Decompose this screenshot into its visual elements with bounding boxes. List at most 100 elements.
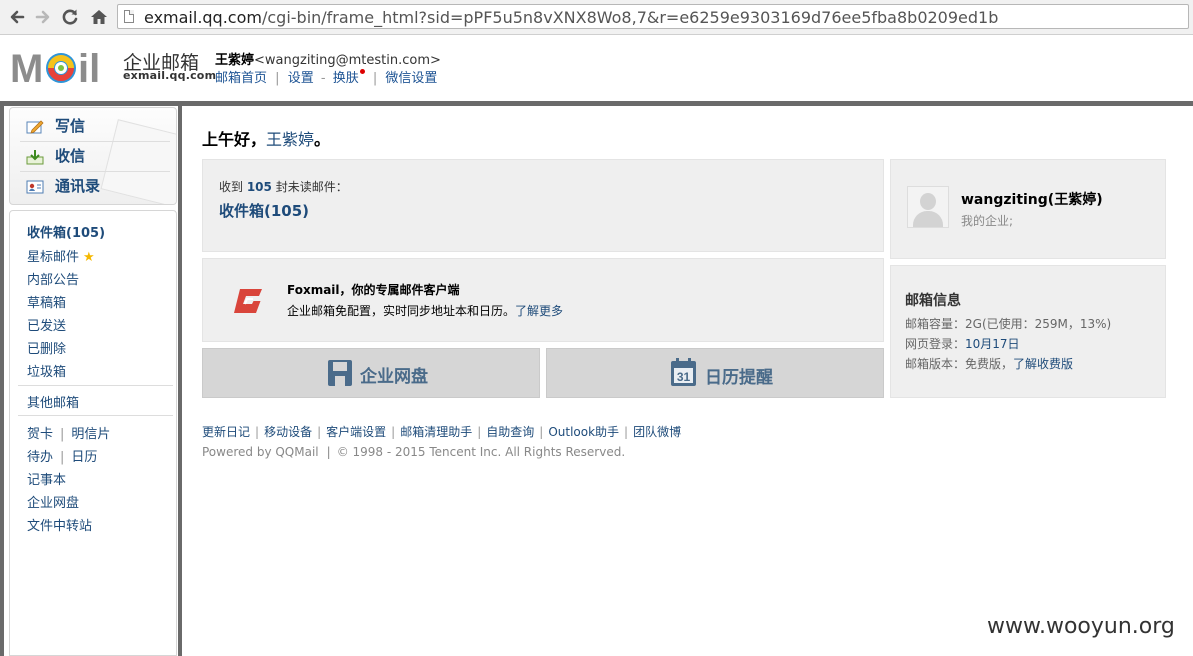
notes-link[interactable]: 记事本 <box>27 469 66 488</box>
separator: | <box>275 71 280 86</box>
url-path: /cgi-bin/frame_html?sid=pPF5u5n8vXNX8Wo8… <box>261 8 999 27</box>
separator: | <box>624 425 629 439</box>
footer-self-service-link[interactable]: 自助查询 <box>486 425 534 439</box>
tools-row-2: 待办 | 日历 <box>27 446 97 465</box>
footer-links: 更新日记 | 移动设备 | 客户端设置 | 邮箱清理助手 | 自助查询 | Outlook助手 | 团队… <box>202 423 681 440</box>
account-organization: 我的企业; <box>961 214 1014 228</box>
folder-other-mailbox[interactable]: 其他邮箱 <box>27 392 79 411</box>
separator: | <box>391 425 396 439</box>
calendar-icon: 31 <box>671 358 696 386</box>
unread-count: 105 <box>246 180 272 194</box>
folder-notice[interactable]: 内部公告 <box>27 269 79 288</box>
mailbox-home-link[interactable]: 邮箱首页 <box>215 71 267 86</box>
folder-deleted[interactable]: 已删除 <box>27 338 66 357</box>
reload-icon <box>62 9 78 25</box>
greeting: 上午好，王紫婷。 <box>202 126 330 150</box>
unread-panel: 收到 105 封未读邮件： 收件箱(105) <box>202 159 884 252</box>
receive-label: 收信 <box>55 147 86 165</box>
calendar-link[interactable]: 日历 <box>71 450 97 465</box>
calendar-tile[interactable]: 31 日历提醒 <box>546 348 884 398</box>
foxmail-title: Foxmail，你的专属邮件客户端 <box>287 283 460 297</box>
contacts-button[interactable]: 通讯录 <box>26 175 100 197</box>
compose-icon <box>26 119 44 134</box>
folder-starred-label: 星标邮件 <box>27 250 80 265</box>
avatar[interactable] <box>907 186 949 228</box>
folder-starred[interactable]: 星标邮件 ★ <box>27 246 95 265</box>
page-icon <box>124 10 134 23</box>
settings-link[interactable]: 设置 <box>288 71 314 86</box>
foxmail-desc-text: 企业邮箱免配置，实时同步地址本和日历。 <box>287 304 516 318</box>
account-panel: wangziting(王紫婷) 我的企业; <box>890 159 1166 259</box>
separator: | <box>477 425 482 439</box>
divider <box>20 171 170 172</box>
greeting-suffix: 。 <box>314 130 331 149</box>
foxmail-panel: Foxmail，你的专属邮件客户端 企业邮箱免配置，实时同步地址本和日历。了解更… <box>202 258 884 342</box>
footer-client-settings-link[interactable]: 客户端设置 <box>326 425 386 439</box>
unread-prefix: 收到 <box>219 180 247 194</box>
capacity-value: 2G(已使用：259M，13%) <box>965 317 1112 331</box>
contacts-label: 通讯录 <box>55 177 101 195</box>
separator: | <box>326 445 331 459</box>
footer-copyright: Powered by QQMail | © 1998 - 2015 Tencent … <box>202 445 625 459</box>
learn-more-link[interactable]: 了解更多 <box>515 304 563 318</box>
net-disk-tile[interactable]: 企业网盘 <box>202 348 540 398</box>
inbox-link[interactable]: 收件箱(105) <box>219 200 309 221</box>
folder-sent[interactable]: 已发送 <box>27 315 66 334</box>
folder-inbox[interactable]: 收件箱(105) <box>27 222 105 241</box>
foxmail-description: 企业邮箱免配置，实时同步地址本和日历。了解更多 <box>287 302 563 319</box>
login-value[interactable]: 10月17日 <box>965 337 1020 351</box>
capacity-label: 邮箱容量： <box>905 317 966 331</box>
mailbox-info-panel: 邮箱信息 邮箱容量：2G(已使用：259M，13%) 网页登录：10月17日 邮… <box>890 265 1166 398</box>
version-value: 免费版， <box>965 357 1014 371</box>
brand-domain: exmail.qq.com <box>123 69 217 82</box>
greeting-card-link[interactable]: 贺卡 <box>27 427 53 442</box>
file-transfer-link[interactable]: 文件中转站 <box>27 515 92 534</box>
separator: | <box>255 425 260 439</box>
envelope-decoration <box>100 119 176 204</box>
unread-suffix: 封未读邮件： <box>271 180 348 194</box>
frame-divider <box>178 106 182 656</box>
logo-il: il <box>78 47 100 87</box>
footer-weibo-link[interactable]: 团队微博 <box>633 425 681 439</box>
login-label: 网页登录： <box>905 337 966 351</box>
browser-toolbar: exmail.qq.com/cgi-bin/frame_html?sid=pPF… <box>0 0 1193 35</box>
login-line: 网页登录：10月17日 <box>905 335 1020 352</box>
forward-button[interactable] <box>31 6 53 28</box>
header-links: 邮箱首页 | 设置 - 换肤 | 微信设置 <box>215 67 437 86</box>
user-name: 王紫婷 <box>215 53 255 68</box>
folder-spam[interactable]: 垃圾箱 <box>27 361 66 380</box>
mailbox-info-title: 邮箱信息 <box>905 293 961 309</box>
copyright-text: © 1998 - 2015 Tencent Inc. All Rights Re… <box>336 445 626 459</box>
home-button[interactable] <box>88 6 110 28</box>
footer-cleanup-link[interactable]: 邮箱清理助手 <box>400 425 472 439</box>
footer-changelog-link[interactable]: 更新日记 <box>202 425 250 439</box>
account-name: wangziting(王紫婷) <box>961 192 1103 208</box>
paid-version-link[interactable]: 了解收费版 <box>1013 357 1073 371</box>
net-disk-link[interactable]: 企业网盘 <box>27 492 79 511</box>
address-bar[interactable]: exmail.qq.com/cgi-bin/frame_html?sid=pPF… <box>117 4 1189 29</box>
postcard-link[interactable]: 明信片 <box>71 427 110 442</box>
powered-by: Powered by QQMail <box>202 445 319 459</box>
receive-button[interactable]: 收信 <box>26 145 85 167</box>
url-host: exmail.qq.com <box>144 8 262 27</box>
mail-logo[interactable]: M il <box>10 47 118 87</box>
footer-outlook-link[interactable]: Outlook助手 <box>548 425 619 439</box>
calendar-label: 日历提醒 <box>705 368 773 388</box>
logo-m: M <box>10 47 43 87</box>
compose-button[interactable]: 写信 <box>26 115 85 137</box>
back-button[interactable] <box>7 6 29 28</box>
calendar-day: 31 <box>677 370 691 384</box>
url-text: exmail.qq.com/cgi-bin/frame_html?sid=pPF… <box>144 8 998 27</box>
separator: | <box>539 425 544 439</box>
folder-list: 收件箱(105) 星标邮件 ★ 内部公告 草稿箱 已发送 已删除 垃圾箱 其他邮箱… <box>9 210 177 656</box>
todo-link[interactable]: 待办 <box>27 450 53 465</box>
skin-link[interactable]: 换肤 <box>333 71 359 86</box>
separator: | <box>372 71 378 86</box>
divider <box>18 385 173 386</box>
tools-row-1: 贺卡 | 明信片 <box>27 423 110 442</box>
folder-drafts[interactable]: 草稿箱 <box>27 292 66 311</box>
footer-mobile-link[interactable]: 移动设备 <box>264 425 312 439</box>
forward-arrow-icon <box>35 10 50 24</box>
wechat-settings-link[interactable]: 微信设置 <box>385 71 437 86</box>
reload-button[interactable] <box>59 6 81 28</box>
